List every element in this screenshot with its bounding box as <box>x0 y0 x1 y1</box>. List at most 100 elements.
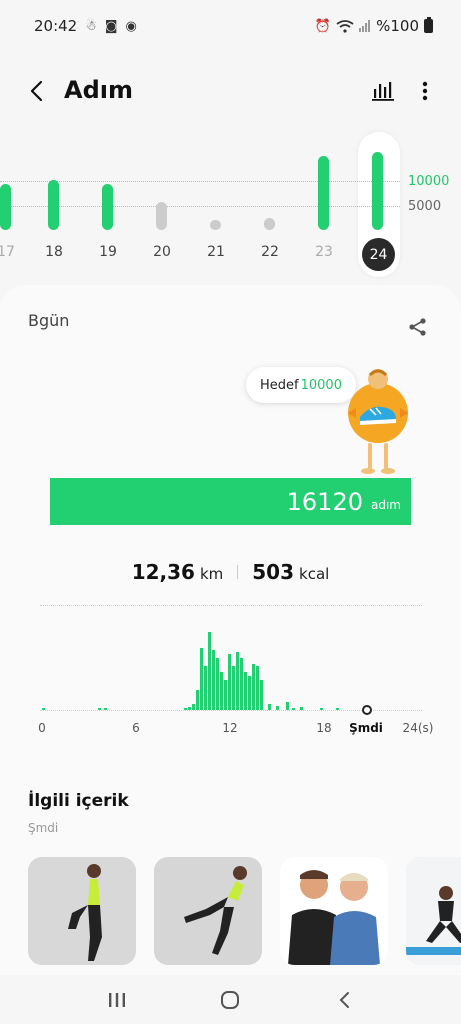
related-content-title: İlgili içerik <box>28 791 129 811</box>
battery-icon <box>424 17 433 33</box>
day-column[interactable]: 20 <box>142 132 182 277</box>
wifi-icon <box>336 19 354 33</box>
share-icon <box>409 318 426 336</box>
hourly-bar <box>244 672 247 710</box>
steps-progress-bar: 16120 adım <box>50 478 411 525</box>
hourly-bar <box>320 708 323 710</box>
day-label: 18 <box>45 244 63 260</box>
day-label: 17 <box>0 244 15 260</box>
hourly-bar <box>292 708 295 710</box>
hourly-bar <box>300 707 303 710</box>
back-button[interactable] <box>20 75 52 107</box>
calories-metric: 503 kcal <box>252 560 329 584</box>
instagram-icon: ◙ <box>104 18 118 34</box>
related-content-carousel[interactable] <box>0 857 461 969</box>
more-options-button[interactable] <box>410 76 440 106</box>
goal-value: 10000 <box>300 377 342 393</box>
more-vertical-icon <box>422 81 428 101</box>
day-column[interactable]: 18 <box>34 132 74 277</box>
hourly-bar <box>220 672 223 710</box>
steps-value: 16120 <box>286 487 363 516</box>
day-label: 23 <box>315 244 333 260</box>
whatsapp-icon: ◉ <box>125 18 137 34</box>
hourly-bar <box>184 708 187 710</box>
hourly-bar <box>212 650 215 710</box>
x-tick-label: 0 <box>38 721 46 735</box>
hourly-bar <box>260 680 263 710</box>
distance-unit: km <box>199 565 224 583</box>
day-column[interactable]: 22 <box>250 132 290 277</box>
hourly-bar <box>208 632 211 710</box>
recent-apps-button[interactable] <box>97 980 137 1020</box>
goal-bubble[interactable]: Hedef 10000 <box>246 367 356 403</box>
content-thumbnail[interactable] <box>28 857 136 965</box>
selected-day-label[interactable]: 24 <box>362 238 395 271</box>
stats-button[interactable] <box>368 76 398 106</box>
alarm-icon: ⏰ <box>314 18 332 34</box>
day-bar <box>0 184 11 230</box>
steps-unit: adım <box>371 497 401 512</box>
hourly-bar <box>200 648 203 710</box>
hourly-bar <box>336 708 339 710</box>
card-title: Bgün <box>28 311 70 330</box>
day-bar <box>156 202 167 230</box>
share-button[interactable] <box>404 313 432 341</box>
hourly-bar <box>256 666 259 710</box>
bar-chart-icon <box>372 82 394 101</box>
ref-low-label: 5000 <box>408 199 442 214</box>
distance-metric: 12,36 km <box>132 560 224 584</box>
day-bar <box>102 184 113 230</box>
hourly-bar <box>268 704 271 710</box>
workout-image <box>28 857 136 965</box>
x-tick-label: 18 <box>316 721 332 735</box>
related-content-subtitle: Şmdi <box>28 821 59 835</box>
metrics-row: 12,36 km 503 kcal <box>0 557 461 587</box>
day-column[interactable]: 19 <box>88 132 128 277</box>
metric-divider <box>237 565 239 579</box>
status-bar: 20:42 ☃ ◙ ◉ ⏰ %100 <box>0 0 461 52</box>
chevron-left-icon <box>30 80 43 102</box>
day-label: 19 <box>99 244 117 260</box>
now-label: Şmdi <box>349 721 383 735</box>
content-thumbnail[interactable] <box>406 857 461 965</box>
day-bar <box>210 220 221 230</box>
mascot-icon <box>348 369 408 474</box>
workout-image <box>406 857 461 965</box>
hourly-bar <box>286 702 289 710</box>
hourly-bar <box>42 708 45 710</box>
now-marker <box>362 705 372 715</box>
day-bar <box>318 156 329 230</box>
day-label: 22 <box>261 244 279 260</box>
hourly-bar <box>224 680 227 710</box>
hourly-bar <box>196 690 199 710</box>
day-label: 20 <box>153 244 171 260</box>
today-card: Bgün Hedef 10000 16120 adım 12,36 km 503 <box>0 285 461 975</box>
recent-apps-icon <box>108 992 125 1007</box>
home-button[interactable] <box>210 980 250 1020</box>
content-thumbnail[interactable] <box>154 857 262 965</box>
hourly-bar <box>216 658 219 710</box>
content-thumbnail[interactable] <box>280 857 388 965</box>
day-column[interactable]: 21 <box>196 132 236 277</box>
calories-unit: kcal <box>299 565 330 583</box>
ref-high-label: 10000 <box>408 174 450 189</box>
goal-label: Hedef <box>260 377 299 393</box>
hourly-bar <box>228 654 231 710</box>
day-column[interactable]: 17 <box>0 132 26 277</box>
day-bar <box>372 152 383 230</box>
x-tick-label: 6 <box>132 721 140 735</box>
hourly-bar <box>236 652 239 710</box>
back-icon <box>339 991 350 1008</box>
battery-percent: %100 <box>376 17 419 35</box>
system-nav-bar <box>0 975 461 1024</box>
day-column[interactable]: 23 <box>304 132 344 277</box>
hourly-bar <box>252 664 255 710</box>
hourly-grid-line <box>40 605 422 606</box>
system-back-button[interactable] <box>324 980 364 1020</box>
hourly-bar <box>188 707 191 710</box>
weekly-steps-chart[interactable]: 10000 5000 17 18 19 20 21 22 23 24 <box>0 132 461 282</box>
app-header: Adım <box>0 60 461 122</box>
home-icon <box>221 990 240 1009</box>
hourly-steps-chart[interactable]: 0 6 12 18 Şmdi 24(s) <box>36 599 433 749</box>
notification-icon: ☃ <box>85 18 97 34</box>
